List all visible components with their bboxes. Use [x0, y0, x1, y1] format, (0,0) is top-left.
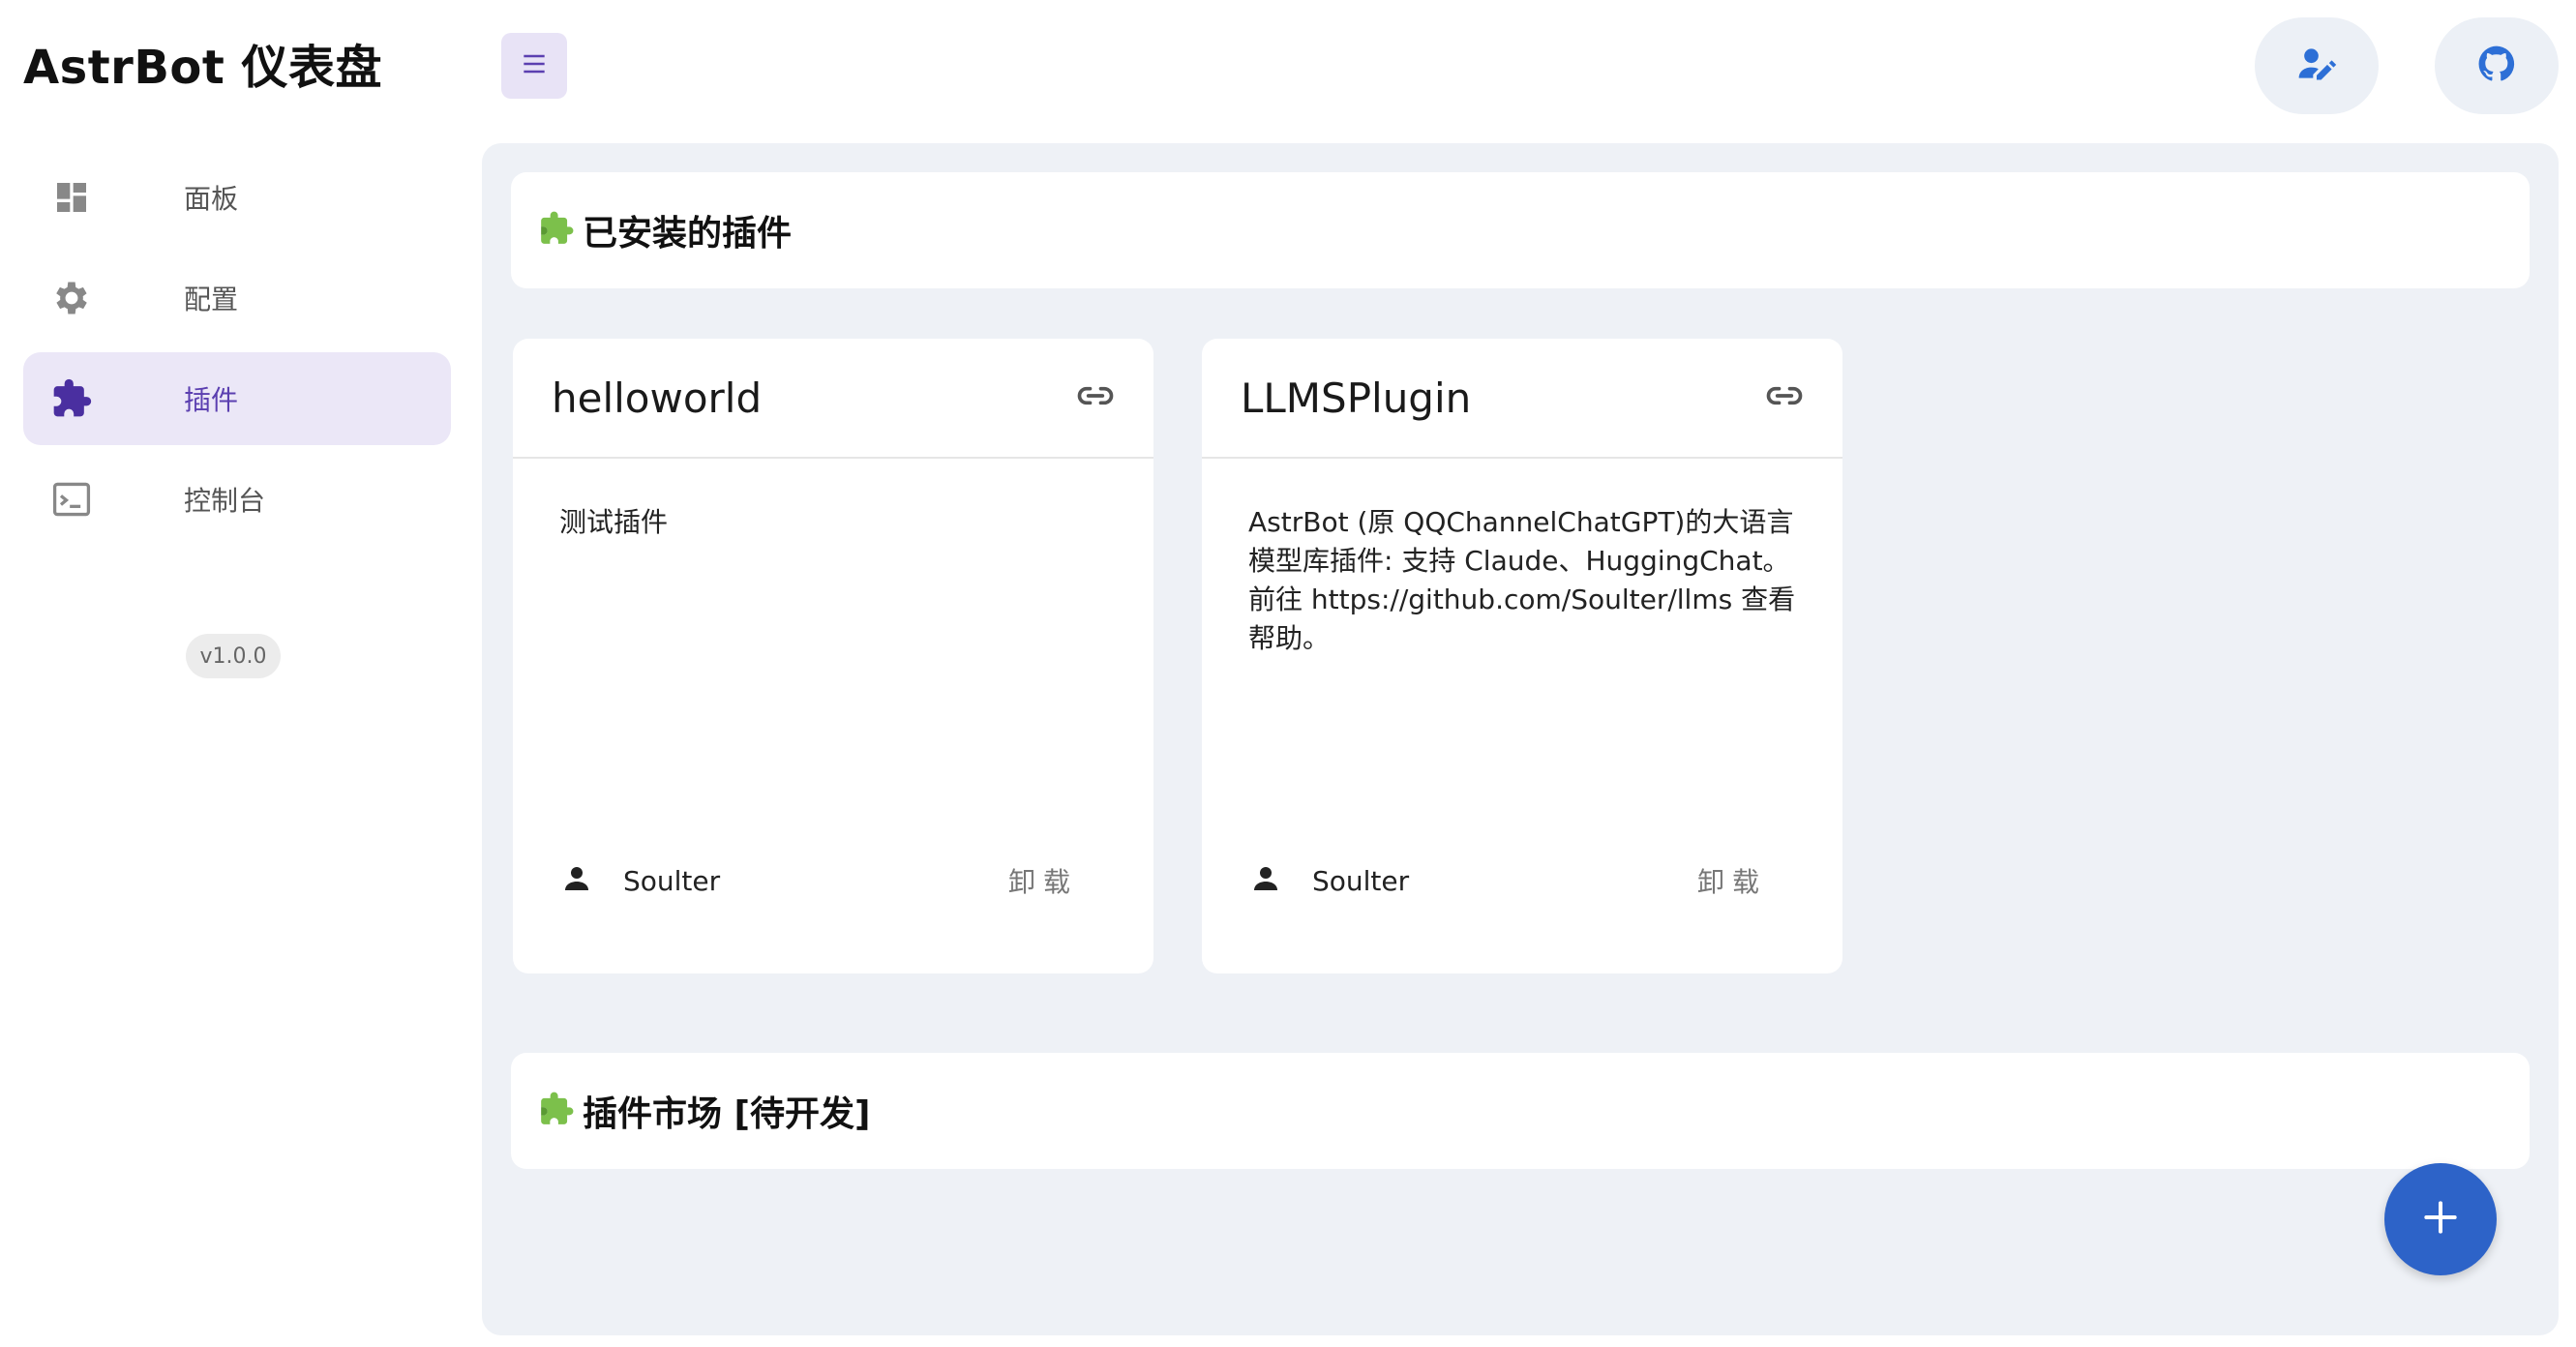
- plus-icon: [2419, 1196, 2462, 1242]
- installed-plugins-header: 已安装的插件: [511, 172, 2530, 288]
- main-content: 已安装的插件 helloworld 测试插件 Soulter 卸载 LLMSPl…: [482, 143, 2559, 1335]
- app-title: AstrBot 仪表盘: [23, 41, 383, 95]
- github-button[interactable]: [2435, 17, 2559, 114]
- puzzle-piece-emoji-icon: [538, 1091, 575, 1131]
- version-badge: v1.0.0: [186, 634, 281, 678]
- plugin-name: LLMSPlugin: [1241, 374, 1472, 422]
- sidebar-item-label: 控制台: [184, 485, 266, 517]
- author-name: Soulter: [1312, 864, 1410, 897]
- app-root: AstrBot 仪表盘 面板 配置 插件 控制台 v1.0.0 已安装的插件 h…: [0, 0, 2576, 1347]
- uninstall-button[interactable]: 卸载: [1697, 861, 1767, 900]
- plugin-card: LLMSPlugin AstrBot (原 QQChannelChatGPT)的…: [1202, 339, 1842, 973]
- plugin-card-header: LLMSPlugin: [1202, 339, 1842, 459]
- plugin-description: 测试插件: [559, 506, 669, 538]
- section-title: 插件市场 [待开发]: [583, 1094, 871, 1134]
- sidebar-item-console[interactable]: 控制台: [23, 453, 451, 546]
- dashboard-icon: [48, 174, 95, 221]
- uninstall-button[interactable]: 卸载: [1008, 861, 1078, 900]
- console-icon: [48, 476, 95, 523]
- user-edit-icon: [2295, 43, 2338, 89]
- hamburger-menu-icon: [519, 48, 550, 83]
- github-icon: [2475, 43, 2518, 89]
- plugin-author: Soulter: [1248, 861, 1409, 900]
- plugin-card: helloworld 测试插件 Soulter 卸载: [513, 339, 1153, 973]
- person-icon: [1248, 861, 1283, 900]
- link-icon[interactable]: [1763, 374, 1806, 421]
- sidebar-item-label: 面板: [184, 183, 239, 215]
- sidebar-item-label: 插件: [184, 384, 239, 416]
- puzzle-icon: [48, 375, 95, 422]
- sidebar-item-plugins[interactable]: 插件: [23, 352, 451, 445]
- sidebar: 面板 配置 插件 控制台: [23, 151, 451, 554]
- sidebar-item-label: 配置: [184, 284, 239, 315]
- plugin-card-header: helloworld: [513, 339, 1153, 459]
- plugin-market-header: 插件市场 [待开发]: [511, 1053, 2530, 1169]
- plugin-description: AstrBot (原 QQChannelChatGPT)的大语言模型库插件: 支…: [1248, 506, 1796, 654]
- author-name: Soulter: [623, 864, 721, 897]
- plugin-name: helloworld: [552, 374, 763, 422]
- plugin-card-footer: Soulter 卸载: [559, 861, 1078, 900]
- menu-toggle-button[interactable]: [501, 33, 567, 99]
- sidebar-item-dashboard[interactable]: 面板: [23, 151, 451, 244]
- section-title: 已安装的插件: [583, 214, 793, 254]
- edit-profile-button[interactable]: [2255, 17, 2379, 114]
- add-plugin-fab[interactable]: [2384, 1163, 2497, 1275]
- plugin-author: Soulter: [559, 861, 720, 900]
- link-icon[interactable]: [1074, 374, 1117, 421]
- person-icon: [559, 861, 594, 900]
- gear-icon: [48, 275, 95, 321]
- sidebar-item-config[interactable]: 配置: [23, 252, 451, 344]
- puzzle-piece-emoji-icon: [538, 210, 575, 251]
- plugin-card-footer: Soulter 卸载: [1248, 861, 1767, 900]
